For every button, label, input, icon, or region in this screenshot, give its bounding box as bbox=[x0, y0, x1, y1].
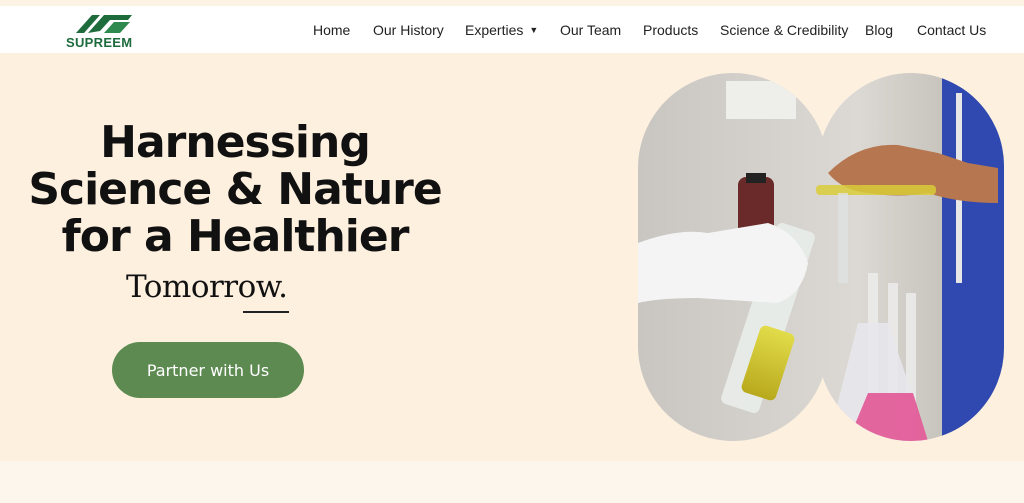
nav-our-history[interactable]: Our History bbox=[373, 22, 444, 38]
partner-with-us-button[interactable]: Partner with Us bbox=[112, 342, 304, 398]
nav-contact-us[interactable]: Contact Us bbox=[917, 22, 986, 38]
next-section bbox=[0, 461, 1024, 503]
laboratory-scientist-photo bbox=[638, 73, 1004, 441]
logo-mark-icon bbox=[76, 15, 132, 33]
nav-experties[interactable]: Experties ▼ bbox=[465, 22, 538, 38]
nav-our-team[interactable]: Our Team bbox=[560, 22, 621, 38]
hero-tagline: Tomorrow. bbox=[126, 269, 288, 305]
headline-line-2: Science & Nature bbox=[28, 164, 442, 215]
nav-products[interactable]: Products bbox=[643, 22, 698, 38]
chevron-down-icon: ▼ bbox=[529, 25, 539, 35]
headline-line-1: Harnessing bbox=[100, 117, 371, 168]
brand-logo[interactable]: SUPREEM bbox=[66, 11, 140, 51]
hero-section: Harnessing Science & Nature for a Health… bbox=[0, 53, 1024, 461]
headline-line-3: for a Healthier bbox=[61, 211, 410, 262]
site-header: SUPREEM Home Our History Experties ▼ Our … bbox=[0, 6, 1024, 53]
nav-home[interactable]: Home bbox=[313, 22, 350, 38]
nav-science-credibility[interactable]: Science & Credibility bbox=[720, 22, 848, 38]
nav-blog[interactable]: Blog bbox=[865, 22, 893, 38]
hero-headline: Harnessing Science & Nature for a Health… bbox=[0, 119, 470, 260]
nav-experties-label: Experties bbox=[465, 22, 524, 38]
tagline-underline bbox=[243, 311, 289, 313]
brand-name: SUPREEM bbox=[66, 35, 133, 50]
